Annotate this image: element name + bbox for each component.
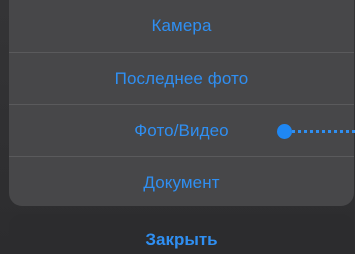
last-photo-option[interactable]: Последнее фото xyxy=(9,52,354,104)
document-option[interactable]: Документ xyxy=(9,156,354,206)
close-button[interactable]: Закрыть xyxy=(9,214,354,254)
tap-indicator-dot xyxy=(277,124,292,139)
tap-indicator-trail xyxy=(292,130,355,133)
attachment-picker-screen: Камера Последнее фото Фото/Видео Докумен… xyxy=(0,0,355,254)
camera-option[interactable]: Камера xyxy=(9,0,354,52)
action-sheet-options: Камера Последнее фото Фото/Видео Докумен… xyxy=(9,0,354,206)
